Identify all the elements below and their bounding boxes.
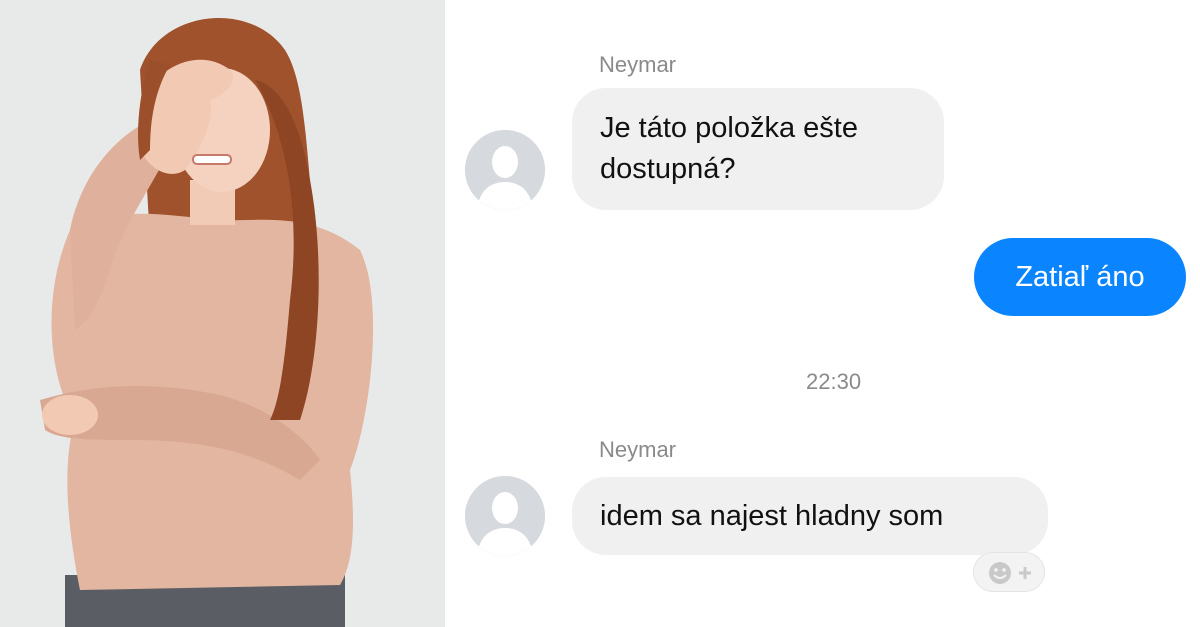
message-timestamp: 22:30 <box>806 369 862 394</box>
incoming-message-bubble[interactable]: Je táto položka ešte dostupná? <box>572 88 944 210</box>
chat-thread: Neymar Je táto položka ešte dostupná? Za… <box>445 0 1200 627</box>
add-reaction-icon[interactable] <box>973 552 1045 592</box>
outgoing-message-bubble[interactable]: Zatiaľ áno <box>974 238 1186 316</box>
woman-facepalm-photo <box>0 0 445 627</box>
default-avatar-icon[interactable] <box>465 476 545 556</box>
sender-name: Neymar <box>599 52 677 77</box>
default-avatar-icon[interactable] <box>465 130 545 210</box>
sender-name: Neymar <box>599 437 677 462</box>
incoming-message-bubble[interactable]: idem sa najest hladny som <box>572 477 1048 555</box>
message-line: dostupná? <box>600 153 736 185</box>
message-line: Je táto položka ešte <box>600 112 858 144</box>
